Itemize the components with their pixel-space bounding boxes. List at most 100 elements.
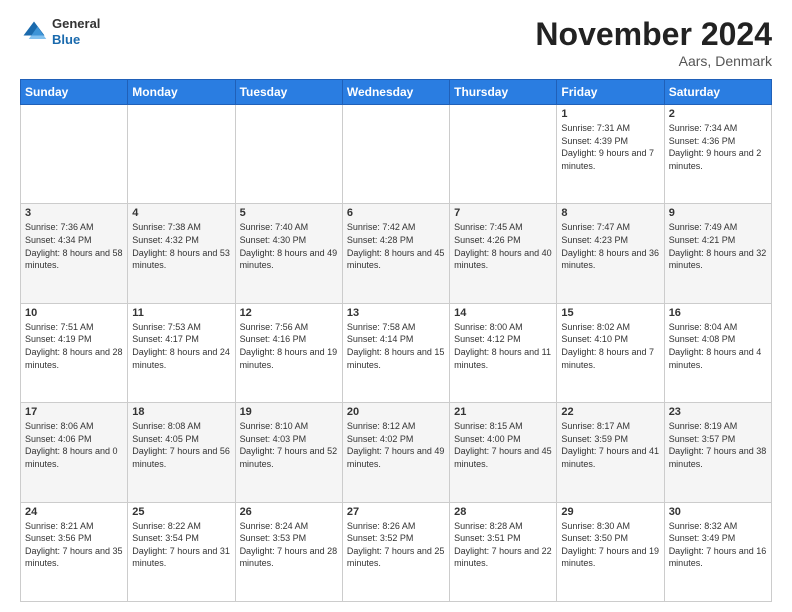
calendar-day-cell: 15Sunrise: 8:02 AMSunset: 4:10 PMDayligh… bbox=[557, 303, 664, 402]
calendar-day-cell: 28 Sunrise: 8:28 AMSunset: 3:51 PMDayligh… bbox=[450, 502, 557, 601]
day-info: Sunrise: 7:51 AMSunset: 4:19 PMDaylight:… bbox=[25, 321, 123, 371]
weekday-header: Thursday bbox=[450, 80, 557, 105]
logo: General Blue bbox=[20, 16, 100, 47]
weekday-header: Saturday bbox=[664, 80, 771, 105]
calendar-day-cell bbox=[235, 105, 342, 204]
day-number: 4 bbox=[132, 207, 230, 219]
day-number: 30 bbox=[669, 506, 767, 518]
day-info: Sunrise: 8:02 AMSunset: 4:10 PMDaylight:… bbox=[561, 321, 659, 371]
calendar-day-cell: 21 Sunrise: 8:15 AMSunset: 4:00 PMDayligh… bbox=[450, 403, 557, 502]
calendar-day-cell bbox=[128, 105, 235, 204]
logo-blue-label: Blue bbox=[52, 32, 100, 48]
calendar-day-cell: 14 Sunrise: 8:00 AMSunset: 4:12 PMDayligh… bbox=[450, 303, 557, 402]
day-number: 26 bbox=[240, 506, 338, 518]
day-number: 2 bbox=[669, 108, 767, 120]
calendar-day-cell: 1 Sunrise: 7:31 AMSunset: 4:39 PMDaylight… bbox=[557, 105, 664, 204]
header: General Blue November 2024 Aars, Denmark bbox=[20, 16, 772, 69]
calendar-day-cell: 4 Sunrise: 7:38 AMSunset: 4:32 PMDaylight… bbox=[128, 204, 235, 303]
day-info: Sunrise: 7:56 AMSunset: 4:16 PMDaylight:… bbox=[240, 321, 338, 371]
day-number: 19 bbox=[240, 406, 338, 418]
day-number: 20 bbox=[347, 406, 445, 418]
calendar-day-cell: 10Sunrise: 7:51 AMSunset: 4:19 PMDayligh… bbox=[21, 303, 128, 402]
day-number: 1 bbox=[561, 108, 659, 120]
calendar-week-row: 10Sunrise: 7:51 AMSunset: 4:19 PMDayligh… bbox=[21, 303, 772, 402]
day-number: 7 bbox=[454, 207, 552, 219]
day-info: Sunrise: 7:38 AMSunset: 4:32 PMDaylight:… bbox=[132, 221, 230, 271]
day-info: Sunrise: 7:47 AMSunset: 4:23 PMDaylight:… bbox=[561, 221, 659, 271]
day-info: Sunrise: 8:12 AMSunset: 4:02 PMDaylight:… bbox=[347, 420, 445, 470]
calendar-day-cell: 12 Sunrise: 7:56 AMSunset: 4:16 PMDayligh… bbox=[235, 303, 342, 402]
calendar-day-cell bbox=[342, 105, 449, 204]
logo-general-label: General bbox=[52, 16, 100, 32]
day-info: Sunrise: 7:34 AMSunset: 4:36 PMDaylight:… bbox=[669, 122, 767, 172]
day-number: 16 bbox=[669, 307, 767, 319]
weekday-header: Sunday bbox=[21, 80, 128, 105]
calendar-week-row: 1 Sunrise: 7:31 AMSunset: 4:39 PMDaylight… bbox=[21, 105, 772, 204]
day-info: Sunrise: 8:21 AMSunset: 3:56 PMDaylight:… bbox=[25, 520, 123, 570]
calendar-day-cell: 19 Sunrise: 8:10 AMSunset: 4:03 PMDayligh… bbox=[235, 403, 342, 502]
calendar-day-cell: 7Sunrise: 7:45 AMSunset: 4:26 PMDaylight… bbox=[450, 204, 557, 303]
calendar-day-cell: 17 Sunrise: 8:06 AMSunset: 4:06 PMDayligh… bbox=[21, 403, 128, 502]
calendar-day-cell: 8 Sunrise: 7:47 AMSunset: 4:23 PMDaylight… bbox=[557, 204, 664, 303]
day-number: 25 bbox=[132, 506, 230, 518]
day-info: Sunrise: 7:31 AMSunset: 4:39 PMDaylight:… bbox=[561, 122, 659, 172]
day-info: Sunrise: 8:32 AMSunset: 3:49 PMDaylight:… bbox=[669, 520, 767, 570]
day-info: Sunrise: 7:49 AMSunset: 4:21 PMDaylight:… bbox=[669, 221, 767, 271]
day-number: 6 bbox=[347, 207, 445, 219]
day-info: Sunrise: 8:06 AMSunset: 4:06 PMDaylight:… bbox=[25, 420, 123, 470]
calendar-table: SundayMondayTuesdayWednesdayThursdayFrid… bbox=[20, 79, 772, 602]
calendar-day-cell: 9 Sunrise: 7:49 AMSunset: 4:21 PMDaylight… bbox=[664, 204, 771, 303]
day-number: 17 bbox=[25, 406, 123, 418]
day-info: Sunrise: 7:53 AMSunset: 4:17 PMDaylight:… bbox=[132, 321, 230, 371]
calendar-day-cell: 2 Sunrise: 7:34 AMSunset: 4:36 PMDaylight… bbox=[664, 105, 771, 204]
calendar-day-cell: 29 Sunrise: 8:30 AMSunset: 3:50 PMDayligh… bbox=[557, 502, 664, 601]
location: Aars, Denmark bbox=[535, 53, 772, 69]
day-info: Sunrise: 8:22 AMSunset: 3:54 PMDaylight:… bbox=[132, 520, 230, 570]
day-number: 22 bbox=[561, 406, 659, 418]
day-info: Sunrise: 8:28 AMSunset: 3:51 PMDaylight:… bbox=[454, 520, 552, 570]
calendar-day-cell: 24 Sunrise: 8:21 AMSunset: 3:56 PMDayligh… bbox=[21, 502, 128, 601]
day-number: 23 bbox=[669, 406, 767, 418]
calendar-day-cell bbox=[450, 105, 557, 204]
day-info: Sunrise: 7:40 AMSunset: 4:30 PMDaylight:… bbox=[240, 221, 338, 271]
calendar-day-cell bbox=[21, 105, 128, 204]
calendar-day-cell: 5 Sunrise: 7:40 AMSunset: 4:30 PMDaylight… bbox=[235, 204, 342, 303]
weekday-header: Monday bbox=[128, 80, 235, 105]
day-number: 28 bbox=[454, 506, 552, 518]
calendar-day-cell: 27Sunrise: 8:26 AMSunset: 3:52 PMDayligh… bbox=[342, 502, 449, 601]
day-number: 12 bbox=[240, 307, 338, 319]
day-number: 5 bbox=[240, 207, 338, 219]
calendar-day-cell: 23 Sunrise: 8:19 AMSunset: 3:57 PMDayligh… bbox=[664, 403, 771, 502]
day-number: 3 bbox=[25, 207, 123, 219]
day-number: 21 bbox=[454, 406, 552, 418]
day-info: Sunrise: 8:24 AMSunset: 3:53 PMDaylight:… bbox=[240, 520, 338, 570]
day-number: 9 bbox=[669, 207, 767, 219]
month-title: November 2024 bbox=[535, 16, 772, 53]
day-info: Sunrise: 8:00 AMSunset: 4:12 PMDaylight:… bbox=[454, 321, 552, 371]
calendar-day-cell: 26 Sunrise: 8:24 AMSunset: 3:53 PMDayligh… bbox=[235, 502, 342, 601]
day-number: 24 bbox=[25, 506, 123, 518]
calendar-day-cell: 16Sunrise: 8:04 AMSunset: 4:08 PMDayligh… bbox=[664, 303, 771, 402]
logo-icon bbox=[20, 18, 48, 46]
page: General Blue November 2024 Aars, Denmark… bbox=[0, 0, 792, 612]
calendar-day-cell: 3 Sunrise: 7:36 AMSunset: 4:34 PMDaylight… bbox=[21, 204, 128, 303]
calendar-day-cell: 25 Sunrise: 8:22 AMSunset: 3:54 PMDayligh… bbox=[128, 502, 235, 601]
day-info: Sunrise: 8:10 AMSunset: 4:03 PMDaylight:… bbox=[240, 420, 338, 470]
day-info: Sunrise: 8:30 AMSunset: 3:50 PMDaylight:… bbox=[561, 520, 659, 570]
logo-text: General Blue bbox=[52, 16, 100, 47]
calendar-day-cell: 20 Sunrise: 8:12 AMSunset: 4:02 PMDayligh… bbox=[342, 403, 449, 502]
day-number: 8 bbox=[561, 207, 659, 219]
day-info: Sunrise: 8:15 AMSunset: 4:00 PMDaylight:… bbox=[454, 420, 552, 470]
weekday-header: Friday bbox=[557, 80, 664, 105]
calendar-day-cell: 22Sunrise: 8:17 AMSunset: 3:59 PMDayligh… bbox=[557, 403, 664, 502]
day-info: Sunrise: 7:36 AMSunset: 4:34 PMDaylight:… bbox=[25, 221, 123, 271]
day-number: 29 bbox=[561, 506, 659, 518]
calendar-day-cell: 18Sunrise: 8:08 AMSunset: 4:05 PMDayligh… bbox=[128, 403, 235, 502]
day-info: Sunrise: 8:19 AMSunset: 3:57 PMDaylight:… bbox=[669, 420, 767, 470]
day-info: Sunrise: 7:58 AMSunset: 4:14 PMDaylight:… bbox=[347, 321, 445, 371]
calendar-week-row: 17 Sunrise: 8:06 AMSunset: 4:06 PMDayligh… bbox=[21, 403, 772, 502]
day-number: 14 bbox=[454, 307, 552, 319]
weekday-header: Wednesday bbox=[342, 80, 449, 105]
calendar-day-cell: 11Sunrise: 7:53 AMSunset: 4:17 PMDayligh… bbox=[128, 303, 235, 402]
calendar-day-cell: 6Sunrise: 7:42 AMSunset: 4:28 PMDaylight… bbox=[342, 204, 449, 303]
